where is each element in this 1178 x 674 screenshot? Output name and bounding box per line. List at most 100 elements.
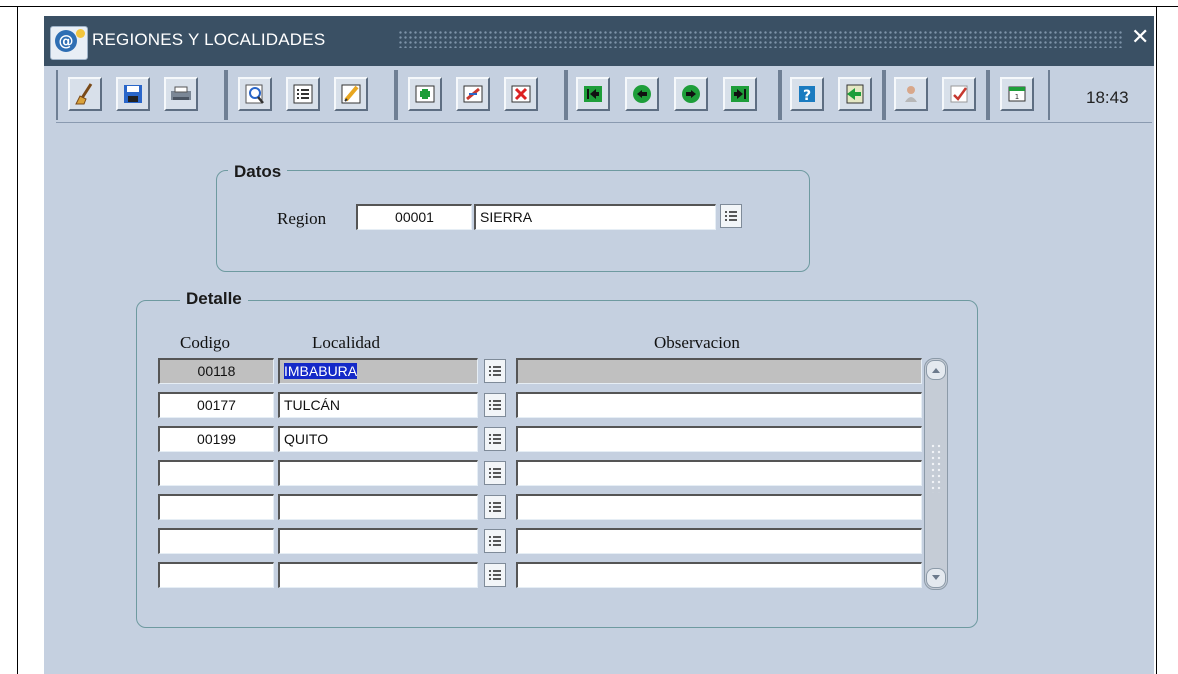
list-icon — [489, 536, 501, 546]
detalle-scrollbar[interactable] — [924, 358, 948, 590]
localidad-lov-button[interactable] — [484, 427, 506, 451]
print-button[interactable] — [164, 77, 198, 111]
svg-text:?: ? — [803, 88, 811, 104]
list-icon — [489, 502, 501, 512]
selected-text: IMBABURA — [284, 363, 358, 379]
region-lov-button[interactable] — [720, 204, 742, 228]
codigo-cell[interactable] — [158, 494, 274, 520]
user-icon — [905, 86, 917, 102]
list-icon — [489, 570, 501, 580]
toolbar-group-help: ? — [780, 70, 884, 120]
column-header-codigo: Codigo — [180, 333, 231, 352]
next-record-button[interactable] — [674, 77, 708, 111]
query-icon — [245, 84, 264, 104]
localidad-lov-button[interactable] — [484, 461, 506, 485]
list-icon — [293, 84, 313, 104]
scroll-grip[interactable] — [930, 443, 942, 493]
help-button[interactable]: ? — [790, 77, 824, 111]
title-bar-pattern — [398, 30, 1124, 48]
toolbar-group-file — [56, 70, 226, 120]
region-label: Region — [277, 209, 327, 228]
form-window: @ REGIONES Y LOCALIDADES ✕ ? 1 18:43 Dat… — [44, 16, 1154, 674]
codigo-cell[interactable] — [158, 528, 274, 554]
save-button[interactable] — [116, 77, 150, 111]
query-button[interactable] — [238, 77, 272, 111]
observacion-cell[interactable] — [516, 528, 922, 554]
localidad-lov-button[interactable] — [484, 393, 506, 417]
address-book-icon: @ — [50, 26, 88, 60]
localidad-cell[interactable]: TULCÁN — [278, 392, 478, 418]
toolbar-group-calendar: 1 — [988, 70, 1050, 120]
check-icon — [950, 85, 968, 103]
localidad-lov-button[interactable] — [484, 563, 506, 587]
user-button[interactable] — [894, 77, 928, 111]
toolbar: ? 1 18:43 — [56, 70, 1152, 123]
scroll-up-arrow-icon[interactable] — [926, 360, 946, 380]
list-button[interactable] — [286, 77, 320, 111]
frame-right-line — [1156, 6, 1157, 674]
insert-record-button[interactable] — [408, 77, 442, 111]
localidad-lov-button[interactable] — [484, 529, 506, 553]
duplicate-record-icon — [463, 85, 483, 103]
toolbar-group-navigation — [566, 70, 780, 120]
localidad-cell[interactable]: QUITO — [278, 426, 478, 452]
close-icon[interactable]: ✕ — [1131, 25, 1149, 50]
clock: 18:43 — [1086, 88, 1129, 107]
exit-button[interactable] — [838, 77, 872, 111]
first-record-button[interactable] — [576, 77, 610, 111]
codigo-cell[interactable]: 00118 — [158, 358, 274, 384]
codigo-cell[interactable]: 00199 — [158, 426, 274, 452]
localidad-cell[interactable] — [278, 528, 478, 554]
clear-form-icon — [75, 83, 93, 105]
observacion-cell[interactable] — [516, 426, 922, 452]
region-name-field[interactable]: SIERRA — [474, 204, 716, 230]
toolbar-group-records — [396, 70, 566, 120]
codigo-cell[interactable] — [158, 460, 274, 486]
last-record-icon — [731, 86, 749, 102]
exit-icon — [846, 84, 864, 104]
help-icon: ? — [799, 86, 815, 104]
previous-record-icon — [633, 85, 651, 103]
toolbar-group-user — [884, 70, 988, 120]
observacion-cell[interactable] — [516, 494, 922, 520]
frame-top-line — [0, 6, 1178, 7]
duplicate-record-button[interactable] — [456, 77, 490, 111]
localidad-cell[interactable] — [278, 460, 478, 486]
list-icon — [489, 434, 501, 444]
calendar-icon: 1 — [1008, 86, 1026, 102]
observacion-cell[interactable] — [516, 460, 922, 486]
localidad-lov-button[interactable] — [484, 359, 506, 383]
localidad-cell[interactable] — [278, 494, 478, 520]
insert-record-icon — [415, 85, 435, 103]
region-code-field[interactable]: 00001 — [356, 204, 472, 230]
toolbar-group-query — [226, 70, 396, 120]
list-icon — [725, 211, 737, 221]
delete-record-button[interactable] — [504, 77, 538, 111]
list-icon — [489, 366, 501, 376]
check-button[interactable] — [942, 77, 976, 111]
last-record-button[interactable] — [723, 77, 757, 111]
title-bar[interactable]: @ REGIONES Y LOCALIDADES ✕ — [44, 16, 1154, 66]
frame-left-line — [17, 6, 18, 674]
edit-icon — [341, 84, 361, 104]
localidad-cell[interactable]: IMBABURA — [278, 358, 478, 384]
edit-button[interactable] — [334, 77, 368, 111]
column-header-observacion: Observacion — [654, 333, 740, 352]
window-title: REGIONES Y LOCALIDADES — [92, 30, 326, 49]
codigo-cell[interactable]: 00177 — [158, 392, 274, 418]
scroll-down-arrow-icon[interactable] — [926, 568, 946, 588]
codigo-cell[interactable] — [158, 562, 274, 588]
svg-text:1: 1 — [1015, 93, 1019, 101]
localidad-cell[interactable] — [278, 562, 478, 588]
clear-form-button[interactable] — [68, 77, 102, 111]
next-record-icon — [682, 85, 700, 103]
observacion-cell[interactable] — [516, 358, 922, 384]
detalle-title: Detalle — [180, 289, 248, 309]
observacion-cell[interactable] — [516, 392, 922, 418]
observacion-cell[interactable] — [516, 562, 922, 588]
delete-record-icon — [511, 85, 531, 103]
localidad-lov-button[interactable] — [484, 495, 506, 519]
list-icon — [489, 468, 501, 478]
calendar-button[interactable]: 1 — [1000, 77, 1034, 111]
previous-record-button[interactable] — [625, 77, 659, 111]
